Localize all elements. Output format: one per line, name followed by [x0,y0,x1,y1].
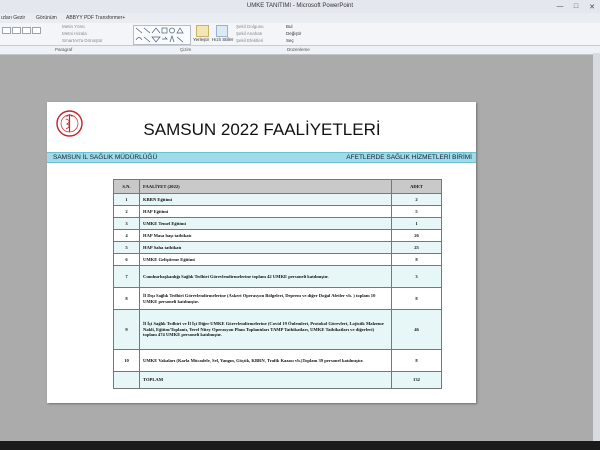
header-band: SAMSUN İL SAĞLIK MÜDÜRLÜĞÜ AFETLERDE SAĞ… [47,152,476,163]
row-sn: 8 [113,287,140,310]
header-count: ADET [391,179,442,194]
shape-fill-button[interactable]: Şekil Dolgusu [236,24,264,29]
window-title: UMKE TANITIMI - Microsoft PowerPoint [246,3,354,9]
table-header-row: S.N. FAALİYET (2022) ADET [113,179,442,194]
row-count: 8 [391,253,442,266]
minimize-icon[interactable]: — [552,0,568,13]
row-sn: 2 [113,205,140,218]
quick-styles-button[interactable]: Hızlı Stiller [212,37,234,42]
shapes-icon [135,27,184,43]
row-sn: 4 [113,229,140,242]
table-row: 8 İl Dışı Sağlık Tedbiri Görevlendirmele… [113,287,442,310]
row-count: 132 [391,371,442,389]
row-sn: 7 [113,265,140,288]
vertical-scrollbar[interactable] [593,53,600,441]
quick-styles-icon[interactable] [216,25,228,37]
row-activity: UMKE Vakaları (Karla Mücadele, Sel, Yang… [139,349,392,372]
header-activity: FAALİYET (2022) [139,179,392,194]
find-button[interactable]: Bul [286,24,293,29]
status-bar [0,441,600,450]
row-activity: HAP Masa başı tatbikatı [139,229,392,242]
row-activity: UMKE Temel Eğitimi [139,217,392,230]
align-center-icon[interactable] [12,27,21,34]
title-bar: UMKE TANITIMI - Microsoft PowerPoint — □… [0,0,600,13]
ministry-of-health-logo [56,110,83,137]
row-count: 25 [391,241,442,254]
row-activity: TOPLAM [139,371,392,389]
shape-outline-button[interactable]: Şekil Anahatı [236,31,262,36]
row-sn: 1 [113,193,140,206]
row-sn: 3 [113,217,140,230]
text-direction-button[interactable]: Metin Yönü [62,24,85,29]
row-count: 2 [391,193,442,206]
row-activity: İl Dışı Sağlık Tedbiri Görevlendirmeleri… [139,287,392,310]
row-count: 8 [391,287,442,310]
row-count: 3 [391,265,442,288]
slide-title: SAMSUN 2022 FAALİYETLERİ [143,120,381,139]
align-left-icon[interactable] [2,27,11,34]
table-row: 3 UMKE Temel Eğitimi 1 [113,217,442,230]
justify-icon[interactable] [32,27,41,34]
window-controls: — □ ✕ [552,0,600,13]
table-row: 5 HAP Saha tatbikatı 25 [113,241,442,254]
row-count: 5 [391,205,442,218]
ribbon-toolbar: Metin Yönü Metni Hizala SmartArt'a Dönüş… [0,23,600,46]
tab-abbyy[interactable]: ABBYY PDF Transformer+ [66,15,125,21]
band-right-text: AFETLERDE SAĞLIK HİZMETLERİ BİRİMİ [346,154,472,161]
row-sn [113,371,140,389]
row-activity: KBRN Eğitimi [139,193,392,206]
maximize-icon[interactable]: □ [568,0,584,13]
header-sn: S.N. [113,179,140,194]
group-editing: Düzenleme [287,47,310,52]
row-activity: HAP Eğitimi [139,205,392,218]
row-count: 26 [391,229,442,242]
row-sn: 5 [113,241,140,254]
table-row-total: TOPLAM 132 [113,371,442,389]
select-button[interactable]: Seç [286,38,294,43]
table-row: 1 KBRN Eğitimi 2 [113,193,442,206]
arrange-icon[interactable] [196,25,209,37]
table-row: 2 HAP Eğitimi 5 [113,205,442,218]
table-row: 7 Cumhurbaşkanlığı Sağlık Tedbiri Görevl… [113,265,442,288]
group-drawing: Çizim [180,47,192,52]
table-row: 9 İl İçi Sağlık Tedbiri ve İl İçi Diğer … [113,309,442,350]
replace-button[interactable]: Değiştir [286,31,301,36]
slide-canvas[interactable]: SAMSUN 2022 FAALİYETLERİ SAMSUN İL SAĞLI… [47,102,476,403]
align-right-icon[interactable] [22,27,31,34]
band-left-text: SAMSUN İL SAĞLIK MÜDÜRLÜĞÜ [53,154,158,161]
ribbon-group-labels: Paragraf Çizim Düzenleme [0,46,600,55]
activities-table: S.N. FAALİYET (2022) ADET 1 KBRN Eğitimi… [113,179,442,389]
table-row: 4 HAP Masa başı tatbikatı 26 [113,229,442,242]
table-row: 10 UMKE Vakaları (Karla Mücadele, Sel, Y… [113,349,442,372]
tab-slide-show[interactable]: ızları Gezir [1,15,25,21]
row-count: 46 [391,309,442,350]
row-sn: 10 [113,349,140,372]
arrange-button[interactable]: Yerleştir [193,37,209,42]
smartart-button[interactable]: SmartArt'a Dönüştür [62,38,103,43]
ribbon-tabs: ızları Gezir Görünüm ABBYY PDF Transform… [0,13,600,23]
row-activity: UMKE Geliştirme Eğitimi [139,253,392,266]
row-count: 8 [391,349,442,372]
shape-effects-button[interactable]: Şekil Efektleri [236,38,263,43]
row-activity: Cumhurbaşkanlığı Sağlık Tedbiri Görevlen… [139,265,392,288]
close-icon[interactable]: ✕ [584,0,600,13]
row-count: 1 [391,217,442,230]
row-sn: 9 [113,309,140,350]
powerpoint-window: UMKE TANITIMI - Microsoft PowerPoint — □… [0,0,600,441]
shapes-gallery[interactable] [133,25,191,45]
align-text-button[interactable]: Metni Hizala [62,31,87,36]
group-paragraph: Paragraf [55,47,73,52]
tab-view[interactable]: Görünüm [36,15,57,21]
row-sn: 6 [113,253,140,266]
table-row: 6 UMKE Geliştirme Eğitimi 8 [113,253,442,266]
row-activity: İl İçi Sağlık Tedbiri ve İl İçi Diğer UM… [139,309,392,350]
row-activity: HAP Saha tatbikatı [139,241,392,254]
